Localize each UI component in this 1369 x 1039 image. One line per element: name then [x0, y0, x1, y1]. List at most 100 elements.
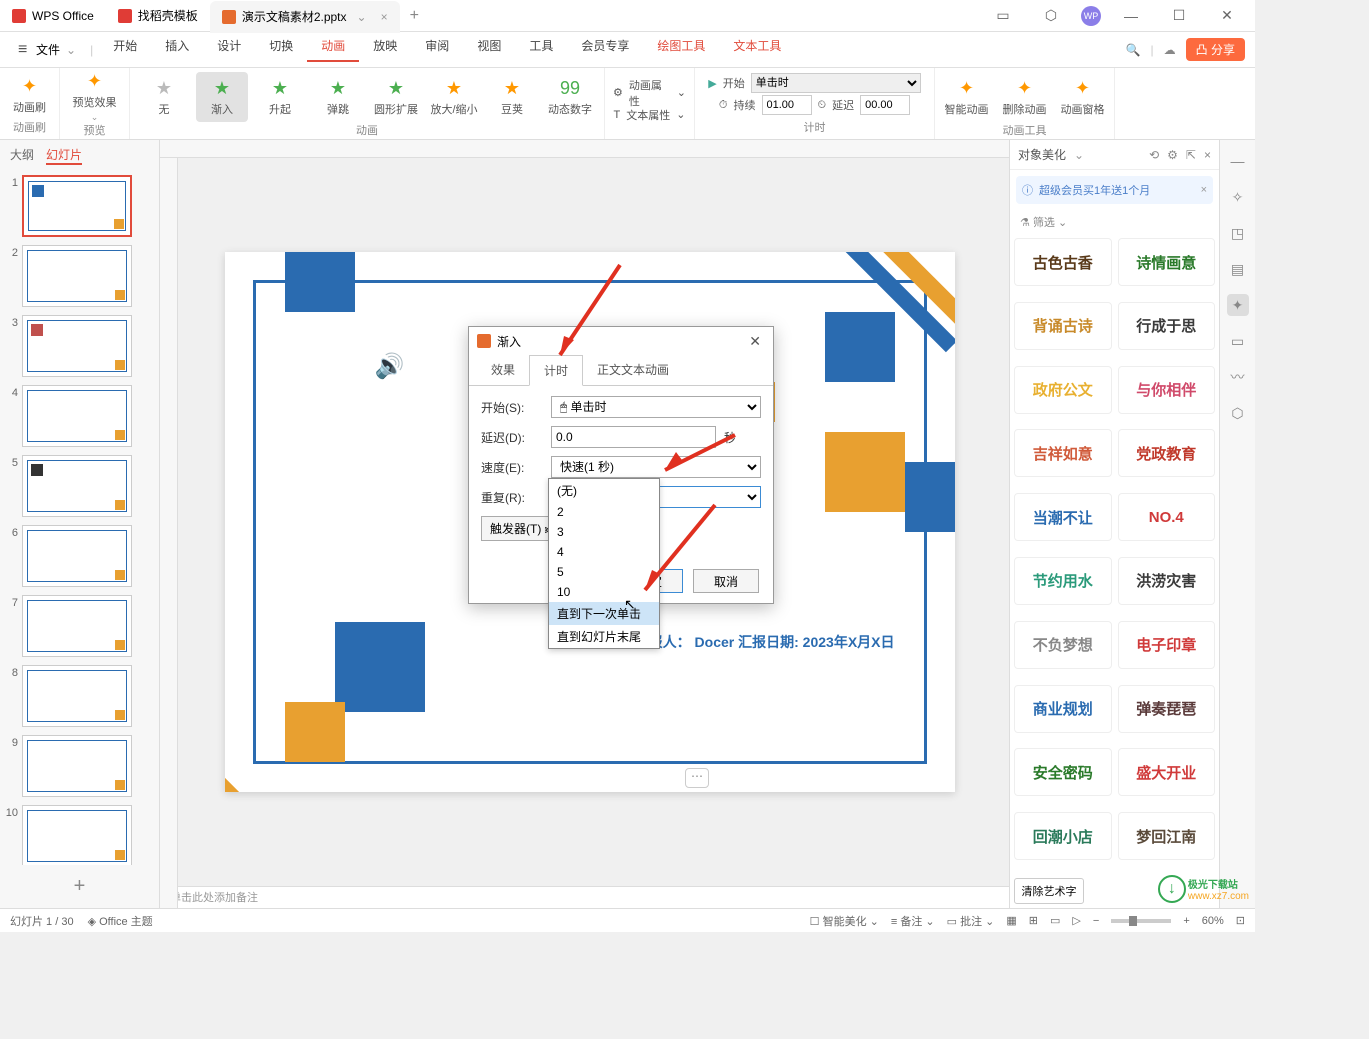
clear-wordart-button[interactable]: 清除艺术字 [1014, 878, 1084, 904]
zoom-in-button[interactable]: + [1183, 915, 1189, 927]
dropdown-option[interactable]: 2 [549, 502, 659, 522]
wordart-style[interactable]: NO.4 [1118, 493, 1216, 541]
filter-button[interactable]: ⚗ 筛选 ⌄ [1010, 210, 1219, 234]
maximize-button[interactable]: ☐ [1161, 7, 1197, 24]
start-select[interactable]: 单击时 [751, 73, 921, 93]
anim-props[interactable]: ⚙ 动画属性 ⌄ [613, 82, 686, 104]
tab-wps[interactable]: WPS Office [0, 0, 106, 32]
anim-pane-button[interactable]: ✦动画窗格 [1057, 72, 1109, 122]
dropdown-option[interactable]: 3 [549, 522, 659, 542]
zoom-slider[interactable] [1111, 919, 1171, 923]
wordart-tool-icon[interactable]: ✦ [1227, 294, 1249, 316]
smart-beautify[interactable]: ☐ 智能美化 ⌄ [810, 913, 879, 929]
tool-6-icon[interactable]: 〰 [1227, 366, 1249, 388]
menu-绘图工具[interactable]: 绘图工具 [643, 37, 719, 62]
wordart-style[interactable]: 商业规划 [1014, 685, 1112, 733]
cube-icon[interactable]: ⬡ [1033, 7, 1069, 24]
dialog-tab-text-anim[interactable]: 正文文本动画 [583, 355, 683, 385]
dropdown-option[interactable]: 10 [549, 582, 659, 602]
speed-select[interactable]: 快速(1 秒) [551, 456, 761, 478]
wordart-style[interactable]: 党政教育 [1118, 429, 1216, 477]
dialog-tab-timing[interactable]: 计时 [529, 355, 583, 386]
cancel-button[interactable]: 取消 [693, 569, 759, 593]
close-icon[interactable]: × [1204, 148, 1211, 162]
avatar[interactable]: WP [1081, 6, 1101, 26]
thumbnail-2[interactable] [22, 245, 132, 307]
zoom-out-button[interactable]: − [1093, 915, 1099, 927]
thumbnail-8[interactable] [22, 665, 132, 727]
cloud-icon[interactable]: ☁ [1164, 43, 1176, 57]
anim-弹跳[interactable]: ★弹跳 [312, 72, 364, 122]
minimize-button[interactable]: — [1113, 8, 1149, 24]
menu-开始[interactable]: 开始 [99, 37, 151, 62]
tab-close-icon[interactable]: × [381, 10, 388, 24]
share-button[interactable]: 凸 分享 [1186, 38, 1245, 61]
animation-painter-button[interactable]: ✦动画刷 [4, 72, 56, 119]
tab-template[interactable]: 找稻壳模板 [106, 0, 210, 32]
tool-1-icon[interactable]: ✧ [1227, 186, 1249, 208]
wordart-style[interactable]: 诗情画意 [1118, 238, 1216, 286]
menu-插入[interactable]: 插入 [151, 37, 203, 62]
gear-icon[interactable]: ⚙ [1167, 148, 1178, 162]
dropdown-option[interactable]: 直到下一次单击 [549, 602, 659, 625]
wordart-style[interactable]: 行成于思 [1118, 302, 1216, 350]
comments-toggle[interactable]: ▭ 批注 ⌄ [947, 913, 995, 929]
wordart-style[interactable]: 回潮小店 [1014, 812, 1112, 860]
anim-豆荚[interactable]: ★豆荚 [486, 72, 538, 122]
pin-icon[interactable]: ⇱ [1186, 148, 1196, 162]
view-normal-icon[interactable]: ▦ [1006, 914, 1016, 927]
search-icon[interactable]: 🔍 [1126, 43, 1141, 57]
wordart-style[interactable]: 吉祥如意 [1014, 429, 1112, 477]
repeat-dropdown[interactable]: (无)234510直到下一次单击直到幻灯片末尾 [548, 478, 660, 649]
anim-渐入[interactable]: ★渐入 [196, 72, 248, 122]
menu-审阅[interactable]: 审阅 [411, 37, 463, 62]
thumbnail-6[interactable] [22, 525, 132, 587]
zoom-level[interactable]: 60% [1202, 915, 1224, 927]
tool-5-icon[interactable]: ▭ [1227, 330, 1249, 352]
delete-anim-button[interactable]: ✦删除动画 [999, 72, 1051, 122]
menu-设计[interactable]: 设计 [203, 37, 255, 62]
dropdown-option[interactable]: (无) [549, 479, 659, 502]
wordart-style[interactable]: 梦回江南 [1118, 812, 1216, 860]
tab-add-button[interactable]: + [400, 7, 429, 25]
add-slide-button[interactable]: + [0, 865, 159, 908]
wordart-style[interactable]: 节约用水 [1014, 557, 1112, 605]
tab-menu-icon[interactable]: ⌄ [357, 10, 367, 24]
thumbnail-1[interactable] [22, 175, 132, 237]
wordart-style[interactable]: 电子印章 [1118, 621, 1216, 669]
view-slideshow-icon[interactable]: ▷ [1072, 914, 1080, 927]
file-menu[interactable]: 文件⌄ [10, 41, 84, 59]
menu-工具[interactable]: 工具 [515, 37, 567, 62]
smart-anim-button[interactable]: ✦智能动画 [941, 72, 993, 122]
text-props[interactable]: T 文本属性 ⌄ [614, 104, 686, 126]
thumbnail-list[interactable]: 12345678910 [0, 171, 159, 865]
anim-动态数字[interactable]: 99动态数字 [544, 72, 596, 122]
start-select[interactable]: 🖱 单击时 [551, 396, 761, 418]
wordart-style[interactable]: 弹奏琵琶 [1118, 685, 1216, 733]
menu-文本工具[interactable]: 文本工具 [719, 37, 795, 62]
menu-视图[interactable]: 视图 [463, 37, 515, 62]
tool-2-icon[interactable]: ◳ [1227, 222, 1249, 244]
dropdown-option[interactable]: 4 [549, 542, 659, 562]
thumbnail-7[interactable] [22, 595, 132, 657]
anim-升起[interactable]: ★升起 [254, 72, 306, 122]
tab-outline[interactable]: 大纲 [10, 146, 34, 165]
view-reading-icon[interactable]: ▭ [1050, 914, 1060, 927]
dialog-tab-effect[interactable]: 效果 [477, 355, 529, 385]
thumbnail-4[interactable] [22, 385, 132, 447]
collapse-icon[interactable]: — [1227, 150, 1249, 172]
anim-圆形扩展[interactable]: ★圆形扩展 [370, 72, 422, 122]
preview-button[interactable]: ✦预览效果⌄ [69, 72, 121, 122]
tool-3-icon[interactable]: ▤ [1227, 258, 1249, 280]
wordart-style[interactable]: 当潮不让 [1014, 493, 1112, 541]
dropdown-option[interactable]: 5 [549, 562, 659, 582]
menu-放映[interactable]: 放映 [359, 37, 411, 62]
notes-toggle[interactable]: ≡ 备注 ⌄ [891, 913, 935, 929]
delay-input[interactable] [551, 426, 716, 448]
wordart-style[interactable]: 政府公文 [1014, 366, 1112, 414]
dialog-titlebar[interactable]: 渐入 ✕ [469, 327, 773, 355]
menu-动画[interactable]: 动画 [307, 37, 359, 62]
wordart-style[interactable]: 古色古香 [1014, 238, 1112, 286]
menu-切换[interactable]: 切换 [255, 37, 307, 62]
anim-放大/缩小[interactable]: ★放大/缩小 [428, 72, 480, 122]
